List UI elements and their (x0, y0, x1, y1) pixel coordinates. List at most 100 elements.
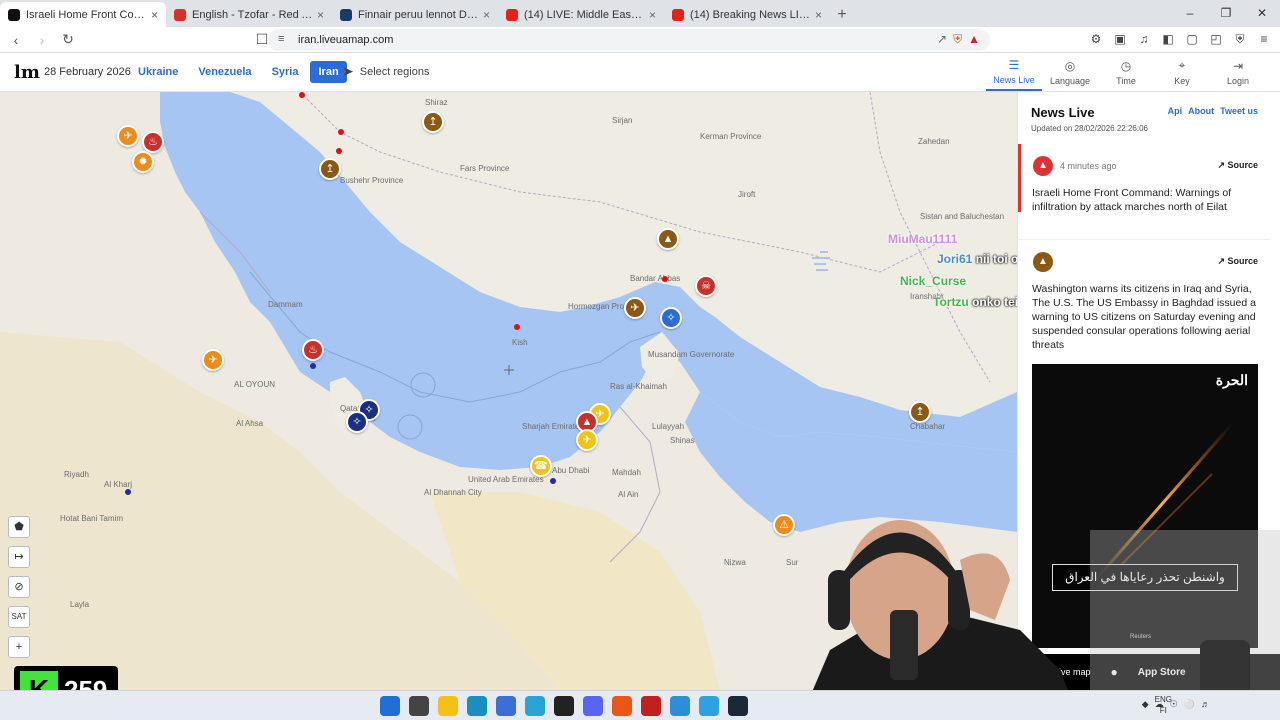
nav-tab-news-live[interactable]: ☰ News Live (986, 53, 1042, 91)
jet-marker-icon[interactable]: ✈ (202, 349, 224, 371)
map-label: Bandar Abbas (630, 274, 681, 283)
address-bar[interactable]: ≡ iran.liveuamap.com ↗ ⛨ ▲ (268, 29, 990, 51)
screenshot-icon[interactable]: ▣ (1112, 31, 1128, 47)
drone-marker-icon[interactable]: ✧ (660, 307, 682, 329)
draw-icon[interactable]: ⬟ (8, 516, 30, 538)
event-dot[interactable] (299, 92, 305, 98)
ship-marker-icon[interactable]: ▲ (657, 228, 679, 250)
fire-marker-icon[interactable]: ♨ (302, 339, 324, 361)
menu-icon[interactable]: ≡ (1256, 31, 1272, 47)
browser-tab[interactable]: Israeli Home Front Command: W × (0, 2, 166, 27)
new-tab-button[interactable]: + (830, 2, 854, 27)
missile-marker-icon[interactable]: ↥ (319, 158, 341, 180)
event-dot[interactable] (336, 148, 342, 154)
browser-tab[interactable]: (14) LIVE: Middle East real-time c × (498, 2, 664, 27)
region-tab-ukraine[interactable]: Ukraine (130, 61, 186, 83)
app-icon[interactable] (525, 696, 545, 716)
back-button[interactable]: ‹ (6, 32, 26, 48)
window-maximize-button[interactable]: ❐ (1208, 0, 1244, 27)
event-dot[interactable] (338, 129, 344, 135)
media-icon[interactable]: ♫ (1136, 31, 1152, 47)
window-minimize-button[interactable]: – (1172, 0, 1208, 27)
edge-icon[interactable] (467, 696, 487, 716)
drone-marker-icon[interactable]: ✧ (346, 411, 368, 433)
task-view-icon[interactable] (409, 696, 429, 716)
news-item[interactable]: ▲ ↗ Source Washington warns its citizens… (1018, 240, 1270, 360)
measure-icon[interactable]: ↦ (8, 546, 30, 568)
forward-button[interactable]: › (32, 32, 52, 48)
tab-close-icon[interactable]: × (483, 8, 490, 22)
window-controls: – ❐ ✕ (1172, 0, 1280, 27)
panel-link-api[interactable]: Api (1168, 106, 1183, 116)
microphone-icon[interactable]: ☉ (1170, 699, 1178, 710)
store-icon[interactable] (496, 696, 516, 716)
file-explorer-icon[interactable] (438, 696, 458, 716)
brave-shield-icon[interactable]: ⛨ (953, 32, 962, 47)
vpn-icon[interactable]: ◰ (1208, 31, 1224, 47)
source-link[interactable]: ↗ Source (1217, 160, 1258, 171)
missile-marker-icon[interactable]: ↥ (909, 401, 931, 423)
event-dot[interactable] (310, 363, 316, 369)
wifi-icon[interactable]: ⚪ (1184, 699, 1195, 710)
cloud-icon[interactable]: ☁ (1155, 699, 1164, 710)
map-label: Nizwa (724, 558, 746, 567)
news-item[interactable]: ▲ 4 minutes ago ↗ Source Israeli Home Fr… (1018, 144, 1270, 240)
photos-icon[interactable] (670, 696, 690, 716)
sidebar-icon[interactable]: ◧ (1160, 31, 1176, 47)
right-nav-tabs: ☰ News Live ◎ Language ◷ Time ⌖ Key ⇥ Login (986, 53, 1266, 91)
nav-tab-language[interactable]: ◎ Language (1042, 53, 1098, 91)
select-regions-button[interactable]: ➤ Select regions (342, 63, 429, 80)
telegram-icon[interactable] (699, 696, 719, 716)
start-icon[interactable] (380, 696, 400, 716)
url-text: iran.liveuamap.com (298, 34, 394, 46)
zoom-in-button[interactable]: + (8, 636, 30, 658)
browser-tab[interactable]: (14) Breaking News LIVE: Explosions × (664, 2, 830, 27)
missile-marker-icon[interactable]: ↥ (422, 111, 444, 133)
nav-tab-time[interactable]: ◷ Time (1098, 53, 1154, 91)
brave-icon[interactable] (612, 696, 632, 716)
dropbox-icon[interactable]: ◆ (1142, 699, 1149, 710)
tab-close-icon[interactable]: × (815, 8, 822, 22)
map-label: Sistan and Baluchestan (920, 212, 1005, 221)
steam-icon[interactable] (728, 696, 748, 716)
volume-icon[interactable]: ♬ (1201, 699, 1210, 710)
call-marker-icon[interactable]: ☎ (530, 455, 552, 477)
fire-marker-icon[interactable]: ♨ (142, 131, 164, 153)
jet-marker-icon[interactable]: ✈ (624, 297, 646, 319)
blast-marker-icon[interactable]: ✹ (132, 151, 154, 173)
obs-icon[interactable] (554, 696, 574, 716)
event-dot[interactable] (662, 276, 668, 282)
satellite-toggle[interactable]: SAT (8, 606, 30, 628)
discord-icon[interactable] (583, 696, 603, 716)
tab-close-icon[interactable]: × (649, 8, 656, 22)
share-icon[interactable]: ↗ (937, 32, 947, 47)
region-tab-syria[interactable]: Syria (264, 61, 307, 83)
event-dot[interactable] (550, 478, 556, 484)
rewards-icon[interactable]: ▲ (968, 32, 980, 47)
jet-marker-icon[interactable]: ✈ (576, 429, 598, 451)
event-dot[interactable] (125, 489, 131, 495)
liveuamap-logo[interactable]: lm (14, 62, 40, 83)
wallet-icon[interactable]: ▢ (1184, 31, 1200, 47)
panel-link-tweet-us[interactable]: Tweet us (1220, 106, 1258, 116)
event-dot[interactable] (514, 324, 520, 330)
site-info-icon[interactable]: ≡ (278, 33, 284, 45)
tab-close-icon[interactable]: × (317, 8, 324, 22)
nav-tab-key[interactable]: ⌖ Key (1154, 53, 1210, 91)
filezilla-icon[interactable] (641, 696, 661, 716)
extensions-icon[interactable]: ⚙ (1088, 31, 1104, 47)
window-close-button[interactable]: ✕ (1244, 0, 1280, 27)
shield-icon[interactable]: ⛨ (1232, 31, 1248, 47)
source-link[interactable]: ↗ Source (1217, 256, 1258, 267)
browser-tab[interactable]: English - Tzofar - Red Alert × (166, 2, 332, 27)
browser-tab[interactable]: Finnair peruu lennot Dohaan ja Dubai × (332, 2, 498, 27)
skull-marker-icon[interactable]: ☠ (695, 275, 717, 297)
nav-tab-login[interactable]: ⇥ Login (1210, 53, 1266, 91)
region-tab-venezuela[interactable]: Venezuela (190, 61, 259, 83)
jet-marker-icon[interactable]: ✈ (117, 125, 139, 147)
reload-icon[interactable]: ↻ (58, 31, 78, 48)
current-date[interactable]: 28 February 2026 (44, 66, 131, 78)
hide-icon[interactable]: ⊘ (8, 576, 30, 598)
tab-close-icon[interactable]: × (151, 8, 158, 22)
panel-link-about[interactable]: About (1188, 106, 1214, 116)
